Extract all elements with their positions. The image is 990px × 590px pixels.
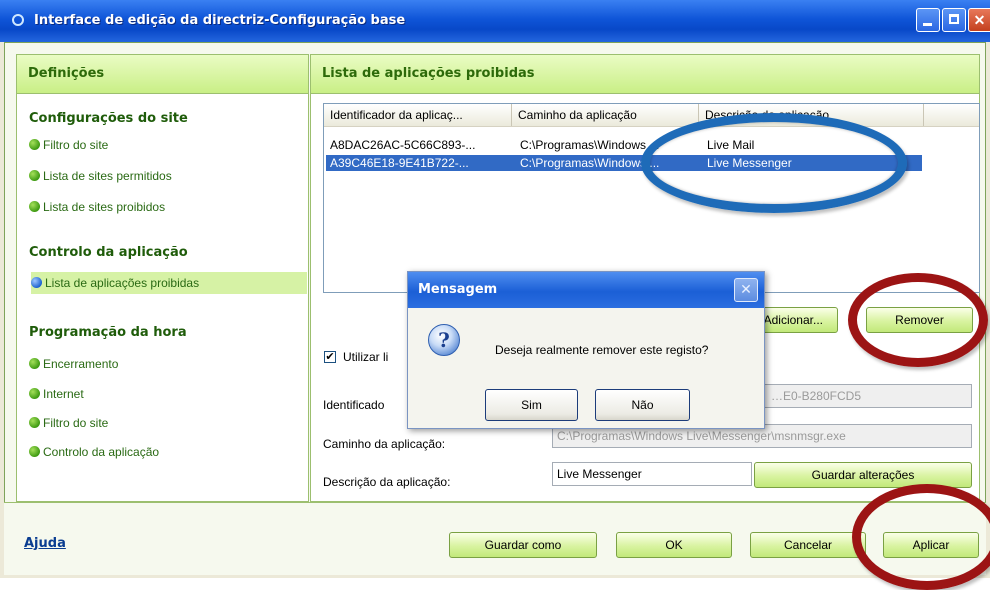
sidebar-item-shutdown[interactable]: Encerramento (29, 353, 305, 375)
title-bar[interactable]: Interface de edição da directriz-Configu… (0, 0, 990, 42)
bullet-icon (29, 388, 40, 399)
remove-button[interactable]: Remover (866, 307, 973, 333)
cancel-button[interactable]: Cancelar (750, 532, 866, 558)
message-dialog: Mensagem ✕ ? Deseja realmente remover es… (407, 271, 765, 429)
column-header-path[interactable]: Caminho da aplicação (512, 104, 699, 126)
sidebar-item-site-filter[interactable]: Filtro do site (29, 134, 305, 156)
maximize-button[interactable] (942, 8, 966, 32)
cell-id: A8DAC26AC-5C66C893-... (330, 138, 476, 152)
bullet-icon (29, 170, 40, 181)
sidebar-header: Definições (17, 55, 308, 94)
close-button[interactable]: ✕ (968, 8, 990, 32)
bullet-icon (29, 358, 40, 369)
sidebar-item-blocked-sites[interactable]: Lista de sites proibidos (29, 196, 305, 218)
help-link[interactable]: Ajuda (24, 536, 66, 551)
app-icon (12, 14, 24, 26)
column-header-id[interactable]: Identificador da aplicaç... (324, 104, 512, 126)
close-icon: ✕ (740, 281, 752, 297)
sidebar: Definições Configurações do site Filtro … (16, 54, 309, 502)
desc-label: Descrição da aplicação: (323, 475, 451, 489)
list-header: Identificador da aplicaç... Caminho da a… (324, 104, 979, 127)
save-as-button[interactable]: Guardar como (449, 532, 597, 558)
dialog-message: Deseja realmente remover este registo? (495, 343, 709, 357)
sidebar-item-schedule-site-filter[interactable]: Filtro do site (29, 412, 305, 434)
bullet-icon (29, 201, 40, 212)
group-title-schedule: Programação da hora (29, 325, 187, 340)
cell-desc: Live Mail (707, 138, 755, 152)
sidebar-item-allowed-sites[interactable]: Lista de sites permitidos (29, 165, 305, 187)
cell-path: C:\Programas\Windows ... (520, 138, 660, 152)
yes-button[interactable]: Sim (485, 389, 578, 421)
checkmark-icon: ✔ (325, 351, 335, 363)
app-window: Interface de edição da directriz-Configu… (0, 0, 990, 590)
table-row-selected[interactable]: A39C46E18-9E41B722-... C:\Programas\Wind… (326, 155, 922, 171)
sidebar-item-blocked-apps[interactable]: Lista de aplicações proibidas (31, 272, 307, 294)
blocked-apps-list[interactable]: Identificador da aplicaç... Caminho da a… (323, 103, 980, 293)
column-header-desc[interactable]: Descrição da aplicação (699, 104, 924, 126)
id-label: Identificado (323, 398, 385, 412)
check-bullet-icon (31, 277, 42, 288)
table-row[interactable]: A8DAC26AC-5C66C893-... C:\Programas\Wind… (326, 137, 922, 153)
dialog-close-button[interactable]: ✕ (734, 278, 758, 302)
minimize-button[interactable] (916, 8, 940, 32)
group-title-site: Configurações do site (29, 111, 188, 126)
use-list-checkbox[interactable]: ✔ (324, 351, 336, 363)
dialog-title[interactable]: Mensagem (408, 272, 764, 308)
bullet-icon (29, 446, 40, 457)
cell-path: C:\Programas\Windows ... (520, 156, 660, 170)
path-label: Caminho da aplicação: (323, 437, 446, 451)
use-list-label: Utilizar li (343, 350, 389, 364)
desc-field[interactable]: Live Messenger (552, 462, 752, 486)
group-title-app-control: Controlo da aplicação (29, 245, 188, 260)
main-header: Lista de aplicações proibidas (311, 55, 979, 94)
no-button[interactable]: Não (595, 389, 690, 421)
bullet-icon (29, 417, 40, 428)
window-title: Interface de edição da directriz-Configu… (34, 13, 406, 28)
ok-button[interactable]: OK (616, 532, 732, 558)
sidebar-item-internet[interactable]: Internet (29, 383, 305, 405)
cell-id: A39C46E18-9E41B722-... (330, 156, 469, 170)
sidebar-item-schedule-app-control[interactable]: Controlo da aplicação (29, 441, 305, 463)
question-icon: ? (428, 324, 460, 356)
save-changes-button[interactable]: Guardar alterações (754, 462, 972, 488)
column-header-blank (924, 104, 979, 126)
apply-button[interactable]: Aplicar (883, 532, 979, 558)
close-icon: ✕ (973, 12, 986, 28)
cell-desc: Live Messenger (707, 156, 792, 170)
bullet-icon (29, 139, 40, 150)
